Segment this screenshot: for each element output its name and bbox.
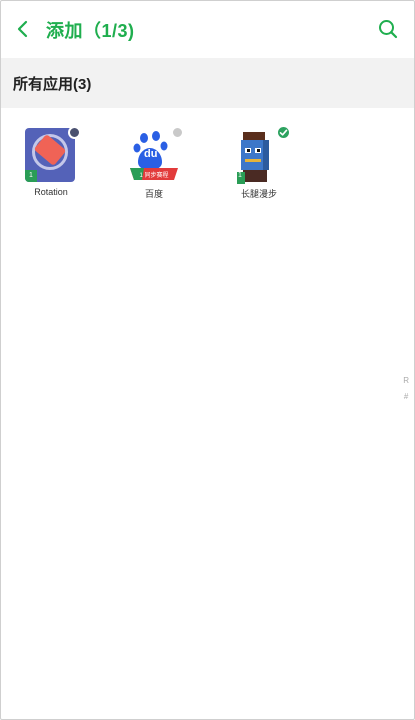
chevron-left-icon bbox=[17, 20, 28, 38]
back-button[interactable] bbox=[9, 13, 37, 45]
app-label: 长腿漫步 bbox=[240, 189, 277, 199]
app-badge: 1 bbox=[25, 170, 37, 182]
selection-indicator[interactable] bbox=[171, 126, 184, 139]
app-screen: 添加（1/3) 所有应用(3) 1 Rotation du 1 同步赛程 百度 … bbox=[0, 0, 415, 720]
baidu-logo-text: du bbox=[144, 148, 158, 160]
selected-indicator[interactable] bbox=[276, 125, 291, 140]
edge-index-r[interactable]: R bbox=[403, 373, 409, 389]
page-title: 添加（1/3) bbox=[46, 21, 135, 41]
app-label: 百度 bbox=[144, 189, 163, 199]
app-icon-wrapper: 1 bbox=[233, 125, 291, 184]
rotation-app-icon: 1 bbox=[25, 128, 75, 182]
edge-index-hash[interactable]: # bbox=[403, 389, 409, 405]
app-item-changtui[interactable]: 1 长腿漫步 bbox=[211, 125, 307, 200]
selection-indicator[interactable] bbox=[68, 126, 81, 139]
section-header: 所有应用(3) bbox=[1, 58, 414, 108]
app-item-rotation[interactable]: 1 Rotation bbox=[3, 126, 99, 197]
app-icon-wrapper: 1 bbox=[25, 126, 81, 184]
app-badge: 1 同步赛程 bbox=[139, 173, 169, 179]
search-icon bbox=[379, 20, 398, 39]
search-button[interactable] bbox=[372, 13, 404, 45]
edge-index[interactable]: R # bbox=[403, 373, 409, 405]
app-badge: 1 bbox=[238, 172, 242, 179]
app-label: Rotation bbox=[34, 187, 68, 197]
check-icon bbox=[279, 129, 288, 136]
app-icon-wrapper: du 1 同步赛程 bbox=[128, 126, 184, 184]
section-title: 所有应用(3) bbox=[13, 75, 92, 93]
app-item-baidu[interactable]: du 1 同步赛程 百度 bbox=[106, 126, 202, 200]
top-bar: 添加（1/3) bbox=[1, 1, 414, 57]
